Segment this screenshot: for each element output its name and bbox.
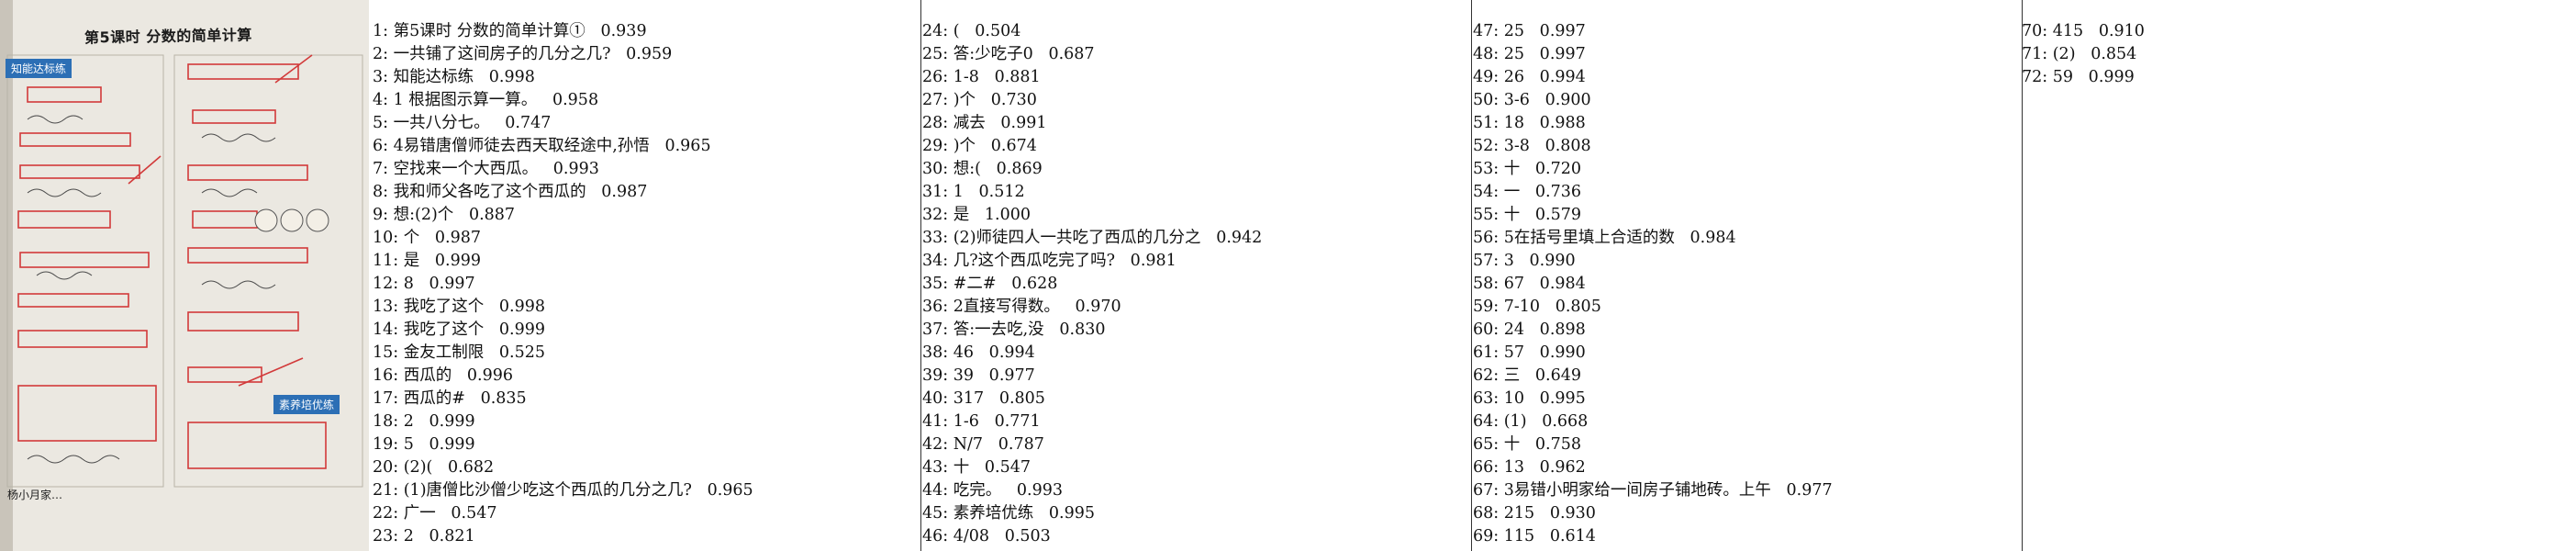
- ocr-result-line: 54: 一 0.736: [1473, 183, 1582, 201]
- ocr-result-line: 61: 57 0.990: [1473, 343, 1586, 362]
- ocr-result-line: 46: 4/08 0.503: [922, 527, 1051, 545]
- ocr-result-line: 21: (1)唐僧比沙僧少吃这个西瓜的几分之几? 0.965: [373, 481, 753, 500]
- ocr-result-line: 67: 3易错小明家给一间房子铺地砖。上午 0.977: [1473, 481, 1833, 500]
- worksheet-badge-practice: 知能达标练: [6, 59, 72, 78]
- ocr-result-line: 13: 我吃了这个 0.998: [373, 298, 546, 316]
- ocr-result-line: 63: 10 0.995: [1473, 389, 1586, 408]
- ocr-result-line: 30: 想:( 0.869: [922, 160, 1043, 178]
- ocr-result-line: 71: (2) 0.854: [2022, 45, 2137, 63]
- ocr-column-1: 1: 第5课时 分数的简单计算① 0.939 2: 一共铺了这间房子的几分之几? …: [373, 20, 923, 548]
- ocr-result-line: 40: 317 0.805: [922, 389, 1045, 408]
- ocr-result-line: 72: 59 0.999: [2022, 68, 2135, 86]
- ocr-result-line: 59: 7-10 0.805: [1473, 298, 1601, 316]
- ocr-result-line: 15: 金友工制限 0.525: [373, 343, 546, 362]
- ocr-result-line: 69: 115 0.614: [1473, 527, 1596, 545]
- ocr-result-line: 1: 第5课时 分数的简单计算① 0.939: [373, 22, 647, 40]
- ocr-result-line: 57: 3 0.990: [1473, 252, 1576, 270]
- ocr-result-line: 14: 我吃了这个 0.999: [373, 320, 546, 339]
- worksheet-footer-text: 杨小月家…: [7, 489, 63, 501]
- worksheet-photo: 第5课时 分数的简单计算 知能达标练 素养培优练 杨小月家…: [0, 0, 369, 551]
- ocr-result-line: 35: #二# 0.628: [922, 275, 1058, 293]
- ocr-result-line: 9: 想:(2)个 0.887: [373, 206, 516, 224]
- worksheet-photo-drawing: [0, 0, 369, 551]
- ocr-result-line: 38: 46 0.994: [922, 343, 1035, 362]
- ocr-result-line: 31: 1 0.512: [922, 183, 1025, 201]
- ocr-result-line: 17: 西瓜的# 0.835: [373, 389, 527, 408]
- ocr-result-line: 68: 215 0.930: [1473, 504, 1596, 523]
- ocr-result-line: 64: (1) 0.668: [1473, 412, 1589, 431]
- ocr-column-3: 47: 25 0.997 48: 25 0.997 49: 26 0.994 50: …: [1473, 20, 2024, 548]
- ocr-result-line: 42: N/7 0.787: [922, 435, 1044, 454]
- ocr-result-line: 23: 2 0.821: [373, 527, 475, 545]
- ocr-result-line: 44: 吃完。 0.993: [922, 481, 1064, 500]
- ocr-result-line: 19: 5 0.999: [373, 435, 475, 454]
- ocr-result-line: 24: ( 0.504: [922, 22, 1021, 40]
- ocr-result-line: 5: 一共八分七。 0.747: [373, 114, 552, 132]
- ocr-result-line: 16: 西瓜的 0.996: [373, 366, 514, 385]
- ocr-result-line: 50: 3-6 0.900: [1473, 91, 1591, 109]
- ocr-result-line: 37: 答:一去吃,没 0.830: [922, 320, 1106, 339]
- ocr-result-line: 66: 13 0.962: [1473, 458, 1586, 477]
- ocr-result-line: 3: 知能达标练 0.998: [373, 68, 535, 86]
- ocr-result-line: 29: )个 0.674: [922, 137, 1037, 155]
- ocr-result-line: 52: 3-8 0.808: [1473, 137, 1591, 155]
- ocr-result-line: 55: 十 0.579: [1473, 206, 1582, 224]
- ocr-result-line: 48: 25 0.997: [1473, 45, 1586, 63]
- ocr-result-line: 56: 5在括号里填上合适的数 0.984: [1473, 229, 1736, 247]
- ocr-result-line: 36: 2直接写得数。 0.970: [922, 298, 1121, 316]
- ocr-result-line: 62: 三 0.649: [1473, 366, 1582, 385]
- ocr-result-line: 20: (2)( 0.682: [373, 458, 495, 477]
- ocr-result-line: 4: 1 根据图示算一算。 0.958: [373, 91, 599, 109]
- worksheet-title: 第5课时 分数的简单计算: [84, 26, 252, 47]
- ocr-result-line: 11: 是 0.999: [373, 252, 482, 270]
- ocr-result-line: 41: 1-6 0.771: [922, 412, 1041, 431]
- ocr-result-line: 22: 广一 0.547: [373, 504, 497, 523]
- ocr-column-2: 24: ( 0.504 25: 答:少吃子0 0.687 26: 1-8 0.881…: [922, 20, 1473, 548]
- ocr-result-line: 2: 一共铺了这间房子的几分之几? 0.959: [373, 45, 673, 63]
- ocr-result-line: 8: 我和师父各吃了这个西瓜的 0.987: [373, 183, 648, 201]
- ocr-result-line: 25: 答:少吃子0 0.687: [922, 45, 1095, 63]
- ocr-result-line: 33: (2)师徒四人一共吃了西瓜的几分之 0.942: [922, 229, 1263, 247]
- ocr-result-line: 39: 39 0.977: [922, 366, 1035, 385]
- ocr-result-line: 53: 十 0.720: [1473, 160, 1582, 178]
- ocr-result-line: 18: 2 0.999: [373, 412, 475, 431]
- ocr-result-line: 47: 25 0.997: [1473, 22, 1586, 40]
- ocr-result-line: 6: 4易错唐僧师徒去西天取经途中,孙悟 0.965: [373, 137, 711, 155]
- ocr-result-line: 32: 是 1.000: [922, 206, 1032, 224]
- ocr-result-line: 65: 十 0.758: [1473, 435, 1582, 454]
- ocr-result-line: 58: 67 0.984: [1473, 275, 1586, 293]
- ocr-result-line: 26: 1-8 0.881: [922, 68, 1041, 86]
- ocr-result-line: 51: 18 0.988: [1473, 114, 1586, 132]
- worksheet-badge-advanced: 素养培优练: [273, 395, 340, 414]
- ocr-result-line: 60: 24 0.898: [1473, 320, 1586, 339]
- ocr-result-line: 49: 26 0.994: [1473, 68, 1586, 86]
- ocr-result-line: 45: 素养培优练 0.995: [922, 504, 1096, 523]
- ocr-result-line: 7: 空找来一个大西瓜。 0.993: [373, 160, 599, 178]
- ocr-result-line: 43: 十 0.547: [922, 458, 1032, 477]
- ocr-column-4: 70: 415 0.910 71: (2) 0.854 72: 59 0.999: [2022, 20, 2572, 89]
- ocr-result-line: 12: 8 0.997: [373, 275, 475, 293]
- ocr-result-line: 28: 减去 0.991: [922, 114, 1047, 132]
- ocr-result-line: 34: 几?这个西瓜吃完了吗? 0.981: [922, 252, 1176, 270]
- ocr-result-line: 27: )个 0.730: [922, 91, 1037, 109]
- ocr-result-line: 10: 个 0.987: [373, 229, 482, 247]
- ocr-result-line: 70: 415 0.910: [2022, 22, 2145, 40]
